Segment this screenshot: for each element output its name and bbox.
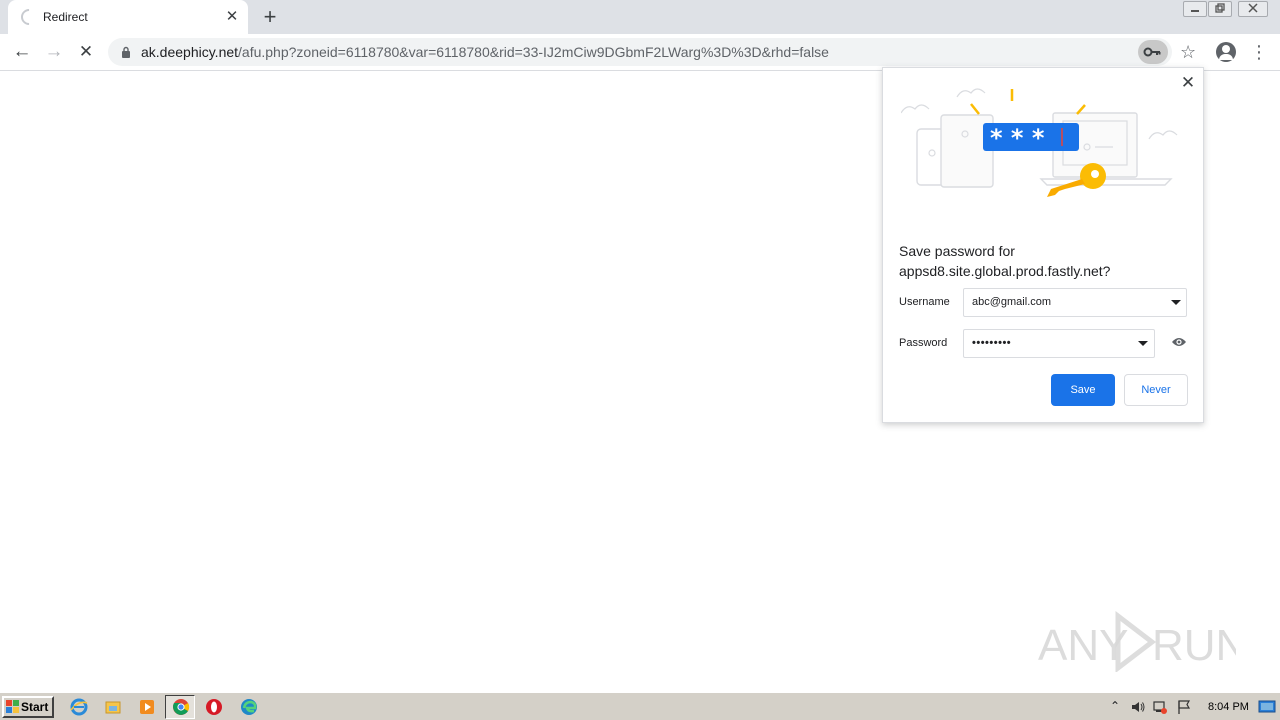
stop-button[interactable]: ✕ [73,39,99,65]
tab-close-icon[interactable]: ✕ [223,8,241,26]
network-icon[interactable] [1152,699,1168,715]
svg-text:ANY: ANY [1038,621,1128,670]
close-icon[interactable] [1238,1,1268,17]
save-question-site: appsd8.site.global.prod.fastly.net? [899,263,1111,279]
profile-avatar-icon[interactable] [1216,42,1236,62]
tab-title: Redirect [43,10,88,24]
username-label: Username [899,296,950,308]
chevron-up-icon[interactable]: ⌃ [1110,699,1120,713]
star-icon[interactable]: ☆ [1180,41,1196,63]
anyrun-watermark-logo: ANY RUN [1038,610,1236,672]
address-bar[interactable]: ak.deephicy.net/afu.php?zoneid=6118780&v… [108,38,1196,66]
file-explorer-icon[interactable] [104,698,122,716]
system-tray: ⌃ 8:04 PM [1104,695,1280,719]
key-icon[interactable] [1138,40,1168,64]
opera-icon[interactable] [205,698,223,716]
forward-button[interactable]: → [41,39,67,65]
save-button[interactable]: Save [1051,374,1115,406]
svg-text:RUN: RUN [1152,621,1236,670]
chrome-taskbar-button[interactable] [165,695,195,719]
start-label: Start [21,700,49,714]
password-value: ••••••••• [972,337,1012,349]
password-dropdown-icon[interactable] [1138,341,1148,346]
volume-icon[interactable] [1130,700,1146,714]
loading-spinner-icon [17,5,41,29]
chrome-icon [173,699,190,715]
taskbar: Start ⌃ 8:04 PM [0,692,1280,720]
media-player-icon[interactable] [138,698,156,716]
windows-logo-icon [6,700,19,713]
password-save-illustration: * * * [901,88,1178,197]
browser-toolbar: ← → ✕ ak.deephicy.net/afu.php?zoneid=611… [0,34,1280,71]
clock-time[interactable]: 8:04 PM [1208,701,1249,713]
username-field[interactable]: abc@gmail.com [963,288,1187,317]
tab-redirect[interactable]: Redirect ✕ [8,0,248,34]
lock-icon[interactable] [121,46,131,58]
password-field[interactable]: ••••••••• [963,329,1155,358]
url-path: /afu.php?zoneid=6118780&var=6118780&rid=… [238,44,829,60]
save-question-line1: Save password for [899,243,1015,259]
never-button[interactable]: Never [1124,374,1188,406]
flag-icon[interactable] [1176,699,1192,715]
password-label: Password [899,337,948,349]
back-button[interactable]: ← [9,39,35,65]
username-value: abc@gmail.com [972,296,1052,308]
restore-icon[interactable] [1208,1,1232,17]
save-password-dialog: ✕ * * * Save password for appsd8.site.gl… [882,67,1204,423]
minimize-icon[interactable] [1183,1,1207,17]
svg-text:* * *: * * * [990,124,1045,152]
edge-icon[interactable] [240,698,258,716]
internet-explorer-icon[interactable] [70,698,88,716]
username-dropdown-icon[interactable] [1171,300,1181,305]
start-button[interactable]: Start [2,696,54,718]
tab-strip: Redirect ✕ + [0,0,1280,34]
show-password-eye-icon[interactable] [1171,336,1187,348]
new-tab-button[interactable]: + [258,6,282,30]
url-host: ak.deephicy.net [141,44,239,60]
url-text[interactable]: ak.deephicy.net/afu.php?zoneid=6118780&v… [141,44,829,60]
show-desktop-icon[interactable] [1258,700,1276,714]
menu-icon[interactable]: ⋮ [1250,39,1268,65]
